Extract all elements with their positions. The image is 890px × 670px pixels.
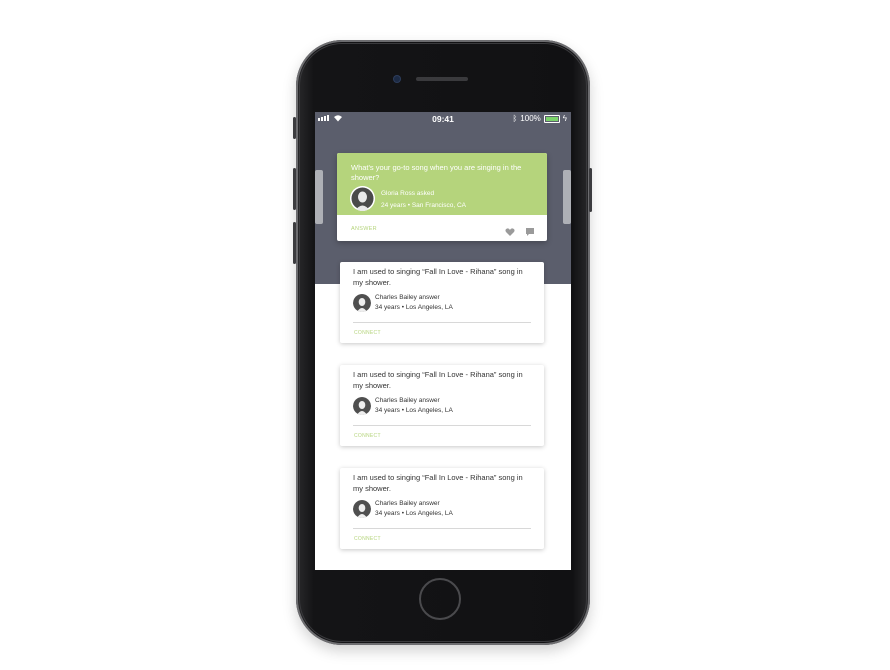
divider [353, 322, 531, 323]
answer-card[interactable]: I am used to singing “Fall In Love - Rih… [340, 262, 544, 343]
answer-text: I am used to singing “Fall In Love - Rih… [353, 267, 523, 287]
power-button [589, 168, 592, 212]
answer-author: Charles Bailey answer [375, 500, 440, 507]
mute-switch [293, 117, 296, 139]
answer-button[interactable]: ANSWER [351, 226, 377, 232]
question-card[interactable]: What's your go-to song when you are sing… [337, 153, 547, 241]
divider [353, 425, 531, 426]
battery-percent: 100% [520, 114, 541, 123]
question-author: Gloria Ross asked [381, 190, 435, 197]
heart-icon[interactable] [505, 224, 515, 236]
earpiece-speaker [416, 77, 468, 81]
answer-card[interactable]: I am used to singing “Fall In Love - Rih… [340, 365, 544, 446]
answer-author-details: 34 years • Los Angeles, LA [375, 304, 453, 311]
next-card-peek[interactable] [563, 170, 571, 224]
volume-down-button [293, 222, 296, 264]
answer-author-details: 34 years • Los Angeles, LA [375, 510, 453, 517]
previous-card-peek[interactable] [315, 170, 323, 224]
answer-author-details: 34 years • Los Angeles, LA [375, 407, 453, 414]
comment-icon[interactable] [525, 224, 535, 236]
avatar[interactable] [350, 186, 375, 211]
answer-text: I am used to singing “Fall In Love - Rih… [353, 473, 523, 493]
divider [353, 528, 531, 529]
question-author-details: 24 years • San Francisco, CA [381, 202, 467, 209]
avatar[interactable] [353, 500, 371, 518]
answer-author: Charles Bailey answer [375, 294, 440, 301]
battery-icon [543, 114, 560, 123]
avatar[interactable] [353, 397, 371, 415]
app-screen: 09:41 ᛒ 100% ϟ What's your go-to song wh… [315, 112, 571, 570]
connect-button[interactable]: CONNECT [354, 433, 381, 439]
answer-text: I am used to singing “Fall In Love - Rih… [353, 370, 523, 390]
bluetooth-icon: ᛒ [512, 114, 518, 123]
connect-button[interactable]: CONNECT [354, 330, 381, 336]
answer-author: Charles Bailey answer [375, 397, 440, 404]
question-text: What's your go-to song when you are sing… [351, 163, 522, 182]
home-button[interactable] [419, 578, 461, 620]
answer-card[interactable]: I am used to singing “Fall In Love - Rih… [340, 468, 544, 549]
status-bar: 09:41 ᛒ 100% ϟ [315, 112, 571, 126]
avatar[interactable] [353, 294, 371, 312]
charging-icon: ϟ [562, 114, 567, 123]
front-camera [394, 76, 400, 82]
volume-up-button [293, 168, 296, 210]
connect-button[interactable]: CONNECT [354, 536, 381, 542]
